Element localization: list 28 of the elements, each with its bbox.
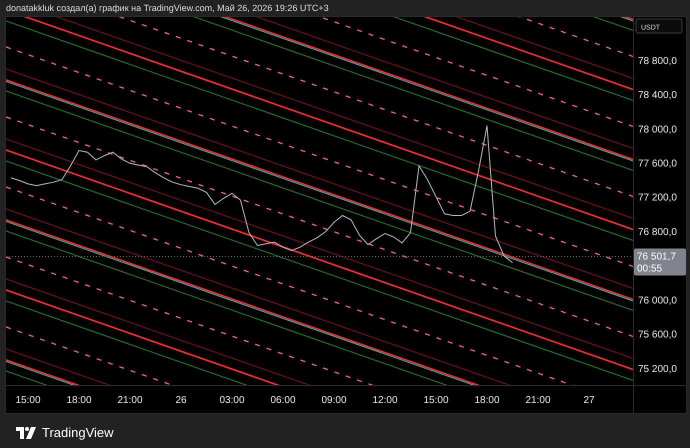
- brand-name: TradingView: [42, 425, 114, 440]
- time-tick-label: 21:00: [117, 395, 143, 406]
- price-tick-label: 77 200,0: [638, 192, 677, 204]
- currency-label[interactable]: [636, 18, 682, 34]
- time-tick-label: 27: [583, 395, 595, 406]
- chart-caption: donatakkluk создал(а) график на TradingView.com, Май 26, 2026 19:26 UTC+3: [5, 2, 330, 15]
- price-tick-label: 78 000,0: [638, 124, 677, 136]
- price-tick-label: 78 800,0: [638, 56, 677, 67]
- price-tick-label: 78 400,0: [638, 90, 677, 102]
- time-tick-label: 09:00: [321, 395, 347, 406]
- price-tick-label: 75 200,0: [638, 364, 677, 375]
- time-tick-label: 18:00: [66, 395, 92, 406]
- price-tick-label: 77 600,0: [638, 158, 677, 170]
- logo-icon: [16, 426, 36, 438]
- time-tick-label: 18:00: [474, 395, 500, 406]
- price-tick-label: 76 000,0: [638, 295, 677, 306]
- time-tick-label: 03:00: [219, 395, 245, 406]
- time-tick-label: 26: [175, 395, 187, 406]
- time-tick-label: 21:00: [525, 395, 551, 406]
- time-tick-label: 06:00: [270, 395, 296, 406]
- time-tick-label: 15:00: [423, 395, 449, 406]
- price-tick-label: 75 600,0: [638, 330, 677, 341]
- time-tick-label: 15:00: [15, 395, 41, 406]
- last-price-text: 76 501,7: [637, 251, 676, 262]
- last-price-badge: [634, 248, 686, 276]
- time-tick-label: 12:00: [372, 395, 398, 406]
- price-tick-label: 76 800,0: [638, 226, 677, 238]
- countdown-text: 00:55: [637, 263, 662, 274]
